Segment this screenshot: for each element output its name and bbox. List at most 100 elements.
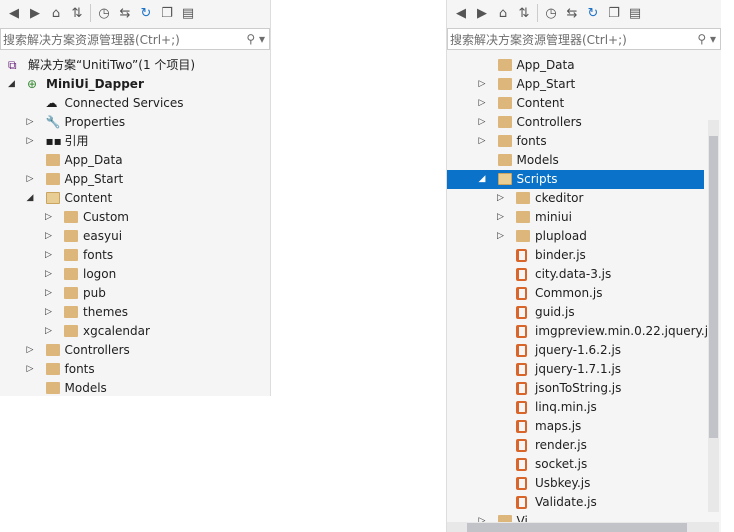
tree-item[interactable]: ▷ fonts [447, 132, 704, 151]
project-icon: ⊕ [27, 77, 38, 91]
tree-item[interactable]: ▷ plupload [447, 227, 704, 246]
tree-item[interactable]: ▷ Custom [0, 208, 270, 227]
show-all-files-icon[interactable]: ▤ [180, 6, 196, 21]
collapsed-arrow-icon[interactable]: ▷ [45, 322, 52, 341]
tree-item-label: guid.js [535, 305, 575, 319]
tree-item-label: render.js [535, 438, 587, 452]
collapsed-arrow-icon[interactable]: ▷ [479, 113, 486, 132]
tree-item[interactable]: imgpreview.min.0.22.jquery.js [447, 322, 714, 341]
sync-icon[interactable]: ⇅ [516, 6, 532, 21]
collapsed-arrow-icon[interactable]: ▷ [479, 75, 486, 94]
tree-item[interactable]: Models [0, 379, 270, 396]
history-icon[interactable]: ◷ [96, 6, 112, 21]
tree-item[interactable]: ▷ miniui [447, 208, 704, 227]
tree-item[interactable]: ▷ logon [0, 265, 270, 284]
collapsed-arrow-icon[interactable]: ▷ [479, 132, 486, 151]
tree-item[interactable]: ◢ ⊕ MiniUi_Dapper [0, 75, 270, 94]
vertical-scrollbar[interactable] [708, 120, 719, 512]
collapsed-arrow-icon[interactable]: ▷ [27, 360, 34, 379]
scroll-thumb[interactable] [467, 523, 687, 532]
solution-explorer-right: ◀ ▶ ⌂ ⇅ ◷ ⇆ ↻ ❐ ▤ 搜索解决方案资源管理器(Ctrl+;) ⚲ ▾ App_Dat… [446, 0, 721, 532]
collapsed-arrow-icon[interactable]: ▷ [27, 113, 34, 132]
switch-views-icon[interactable]: ⇆ [564, 6, 580, 21]
collapsed-arrow-icon[interactable]: ▷ [45, 284, 52, 303]
horizontal-scrollbar[interactable] [447, 522, 719, 532]
collapsed-arrow-icon[interactable]: ▷ [45, 303, 52, 322]
home-icon[interactable]: ⌂ [48, 6, 64, 21]
switch-views-icon[interactable]: ⇆ [117, 6, 133, 21]
tree-item[interactable]: App_Data [0, 151, 270, 170]
scroll-thumb[interactable] [709, 136, 718, 438]
collapsed-arrow-icon[interactable]: ▷ [497, 227, 504, 246]
collapsed-arrow-icon[interactable]: ▷ [45, 246, 52, 265]
forward-icon[interactable]: ▶ [474, 6, 490, 21]
show-all-files-icon[interactable]: ▤ [627, 6, 643, 21]
separator [537, 4, 538, 22]
search-icon[interactable]: ⚲ ▾ [697, 32, 716, 46]
collapsed-arrow-icon[interactable]: ▷ [45, 265, 52, 284]
back-icon[interactable]: ◀ [6, 6, 22, 21]
collapsed-arrow-icon[interactable]: ▷ [497, 208, 504, 227]
tree-item[interactable]: ⧉ 解决方案“UnitiTwo”(1 个项目) [0, 56, 270, 75]
collapsed-arrow-icon[interactable]: ▷ [45, 227, 52, 246]
collapse-all-icon[interactable]: ❐ [606, 6, 622, 21]
tree-item[interactable]: ▷ ▪▪ 引用 [0, 132, 270, 151]
tree-item[interactable]: Common.js [447, 284, 704, 303]
tree-item[interactable]: ◢ Scripts [447, 170, 704, 189]
refresh-icon[interactable]: ↻ [585, 6, 601, 21]
search-icon[interactable]: ⚲ ▾ [246, 32, 265, 46]
js-file-icon [516, 420, 527, 433]
tree-item[interactable]: ▷ themes [0, 303, 270, 322]
refresh-icon[interactable]: ↻ [138, 6, 154, 21]
tree-item[interactable]: ☁ Connected Services [0, 94, 270, 113]
home-icon[interactable]: ⌂ [495, 6, 511, 21]
tree-item[interactable]: jquery-1.7.1.js [447, 360, 704, 379]
tree-item-label: Scripts [516, 172, 558, 186]
forward-icon[interactable]: ▶ [27, 6, 43, 21]
tree-item[interactable]: socket.js [447, 455, 704, 474]
tree-item[interactable]: ▷ pub [0, 284, 270, 303]
collapsed-arrow-icon[interactable]: ▷ [497, 189, 504, 208]
tree-item[interactable]: ▷ fonts [0, 246, 270, 265]
tree-item[interactable]: ▷ App_Start [0, 170, 270, 189]
collapsed-arrow-icon[interactable]: ▷ [27, 341, 34, 360]
tree-item[interactable]: ▷ easyui [0, 227, 270, 246]
tree-item[interactable]: ▷ Controllers [0, 341, 270, 360]
back-icon[interactable]: ◀ [453, 6, 469, 21]
expanded-arrow-icon[interactable]: ◢ [479, 170, 486, 189]
search-input[interactable]: 搜索解决方案资源管理器(Ctrl+;) ⚲ ▾ [0, 28, 270, 50]
tree-item[interactable]: jsonToString.js [447, 379, 704, 398]
history-icon[interactable]: ◷ [543, 6, 559, 21]
tree-item[interactable]: ▷ Content [447, 94, 704, 113]
tree-item[interactable]: ▷ ckeditor [447, 189, 704, 208]
tree-item-label: socket.js [535, 457, 588, 471]
collapsed-arrow-icon[interactable]: ▷ [27, 170, 34, 189]
collapse-all-icon[interactable]: ❐ [159, 6, 175, 21]
tree-item[interactable]: linq.min.js [447, 398, 704, 417]
tree-item[interactable]: ▷ App_Start [447, 75, 704, 94]
collapsed-arrow-icon[interactable]: ▷ [27, 132, 34, 151]
tree-item[interactable]: ◢ Content [0, 189, 270, 208]
tree-item[interactable]: maps.js [447, 417, 704, 436]
js-file-icon [516, 439, 527, 452]
tree-item[interactable]: ▷ fonts [0, 360, 270, 379]
tree-item[interactable]: city.data-3.js [447, 265, 704, 284]
expanded-arrow-icon[interactable]: ◢ [8, 75, 15, 94]
expanded-arrow-icon[interactable]: ◢ [27, 189, 34, 208]
tree-item[interactable]: guid.js [447, 303, 704, 322]
tree-item[interactable]: Validate.js [447, 493, 704, 512]
tree-item[interactable]: ▷ xgcalendar [0, 322, 270, 341]
tree-item[interactable]: binder.js [447, 246, 704, 265]
collapsed-arrow-icon[interactable]: ▷ [479, 94, 486, 113]
tree-item[interactable]: ▷ 🔧 Properties [0, 113, 270, 132]
collapsed-arrow-icon[interactable]: ▷ [45, 208, 52, 227]
tree-item[interactable]: jquery-1.6.2.js [447, 341, 704, 360]
tree-item[interactable]: Models [447, 151, 704, 170]
folder-icon [45, 382, 60, 394]
search-input[interactable]: 搜索解决方案资源管理器(Ctrl+;) ⚲ ▾ [447, 28, 721, 50]
tree-item[interactable]: ▷ Controllers [447, 113, 704, 132]
tree-item[interactable]: Usbkey.js [447, 474, 704, 493]
tree-item[interactable]: App_Data [447, 56, 704, 75]
tree-item[interactable]: render.js [447, 436, 704, 455]
sync-icon[interactable]: ⇅ [69, 6, 85, 21]
